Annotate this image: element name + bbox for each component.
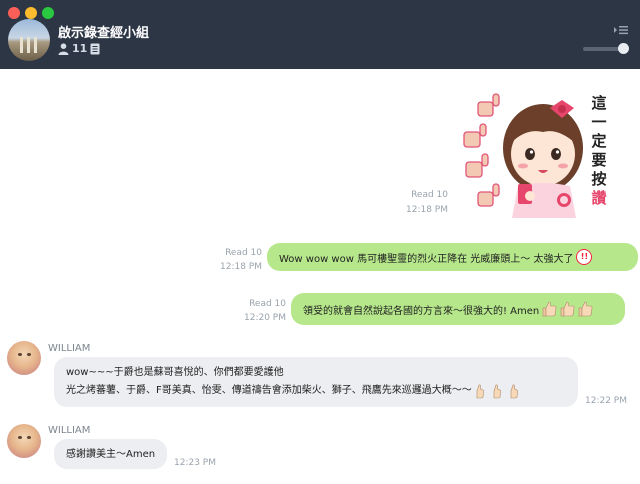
message-time: 12:18 PM [406,205,448,215]
thumbs-up-icon [493,384,501,399]
sender-name: WILLIAM [48,343,91,354]
sticker-char: 這 [591,94,607,112]
group-avatar[interactable] [8,19,50,61]
member-count[interactable]: 11 [72,42,87,55]
chat-header: 啟示錄查經小組 11 [0,0,640,69]
close-window-button[interactable] [8,7,20,19]
incoming-message-bubble[interactable]: wow~~~于爵也是蘇哥喜悅的、你們都要愛護他 光之烤蕃薯、于爵、F哥美真、怡雯… [54,357,578,407]
sticker-char: 讚 [591,189,607,207]
message-time: 12:22 PM [585,396,627,406]
zoom-window-button[interactable] [42,7,54,19]
read-receipt: Read 10 [411,190,448,200]
read-receipt: Read 10 [249,299,286,309]
minimize-window-button[interactable] [25,7,37,19]
message-text: 領受的就會自然說起各國的方言來～很強大的! Amen [303,305,540,317]
message-time: 12:18 PM [220,262,262,272]
group-name[interactable]: 啟示錄查經小組 [58,22,149,41]
incoming-message-bubble[interactable]: 感謝讚美主～Amen [54,439,168,469]
message-line: wow~~~于爵也是蘇哥喜悅的、你們都要愛護他 [66,367,284,378]
message-line: 光之烤蕃薯、于爵、F哥美真、怡雯、傳道禱告會添加柴火、獅子、飛鷹先來巡邏過大概～… [66,382,566,400]
sender-name: WILLIAM [48,425,91,436]
thumbs-up-icon [560,301,575,317]
message-text: Wow wow wow 馬可樓聖靈的烈火正降在 光威廉頭上～ 太強大了 [279,253,574,265]
thumbs-up-icon [510,384,518,399]
sticker-caption: 這 一 定 要 按 讚 [590,94,608,208]
exclamation-emoji-icon: !! [576,249,593,265]
thumbs-up-icon [578,301,593,317]
sticker-char: 定 [591,132,607,150]
sender-avatar[interactable] [7,341,41,375]
person-icon [58,43,69,55]
opacity-slider-knob[interactable] [618,43,629,54]
sticker-char: 按 [591,170,607,188]
note-icon[interactable] [90,43,100,55]
menu-icon[interactable] [614,25,628,35]
thumbs-up-icon [476,384,484,399]
message-line-text: 光之烤蕃薯、于爵、F哥美真、怡雯、傳道禱告會添加柴火、獅子、飛鷹先來巡邏過大概～… [66,385,472,396]
outgoing-message-bubble[interactable]: Wow wow wow 馬可樓聖靈的烈火正降在 光威廉頭上～ 太強大了 !! [267,243,638,271]
thumbs-up-girl-sticker[interactable]: 這 一 定 要 按 讚 [458,88,628,218]
message-text: 感謝讚美主～Amen [66,449,156,460]
sender-avatar[interactable] [7,424,41,458]
message-time: 12:23 PM [174,458,216,468]
sticker-char: 一 [591,113,607,131]
outgoing-message-bubble[interactable]: 領受的就會自然說起各國的方言來～很強大的! Amen [291,293,625,325]
message-time: 12:20 PM [244,313,286,323]
thumbs-up-icon [542,301,557,317]
read-receipt: Read 10 [225,248,262,258]
sticker-char: 要 [591,151,607,169]
